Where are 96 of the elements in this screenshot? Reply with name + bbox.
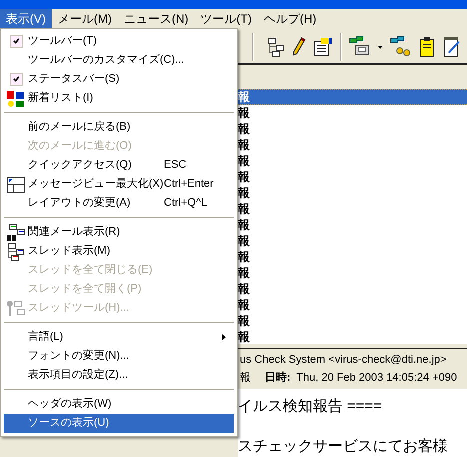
menu-item-label: ツールバーのカスタマイズ(C)... — [28, 53, 184, 68]
menu-bar-item[interactable]: ツール(T) — [194, 9, 258, 29]
wrench-printer-icon[interactable] — [349, 36, 371, 58]
menu-item-label: 前のメールに戻る(B) — [28, 120, 131, 136]
shortcut-label: Ctrl+Enter — [164, 177, 215, 192]
menu-item-label: ステータスバー(S) — [28, 72, 120, 88]
sender-text: us Check System <virus-check@dti.ne.jp> — [240, 352, 448, 368]
thread-tool-icon — [6, 300, 26, 318]
subject-cell: 報 — [238, 330, 250, 343]
menu-item-label: 関連メール表示(R) — [28, 225, 120, 240]
subject-cell: 報 — [238, 314, 250, 327]
checkmark-icon — [12, 76, 20, 83]
menu-bar-item[interactable]: ニュース(N) — [118, 9, 195, 29]
menu-item-label: 新着リスト(I) — [28, 90, 94, 106]
clipboard-icon[interactable] — [419, 36, 435, 58]
menu-item[interactable]: 前のメールに戻る(B) — [4, 118, 234, 137]
message-row[interactable]: 報 — [238, 168, 467, 185]
menu-item-label: スレッドを全て開く(P) — [28, 282, 142, 298]
menu-item[interactable]: スレッド表示(M) — [4, 242, 234, 261]
message-row[interactable]: 報 — [238, 328, 467, 344]
menu-item[interactable]: 新着リスト(I) — [4, 89, 234, 108]
menu-bar-item[interactable]: ヘルプ(H) — [258, 9, 323, 29]
menu-item-label: スレッドを全て閉じる(E) — [28, 263, 153, 278]
submenu-arrow-icon — [222, 334, 226, 341]
subject-cell: 報 — [238, 106, 250, 119]
subject-cell: 報 — [238, 90, 250, 103]
subject-cell: 報 — [238, 154, 250, 167]
menu-item[interactable]: ステータスバー(S) — [4, 70, 234, 89]
message-row[interactable]: 報 — [238, 280, 467, 297]
checkbox[interactable] — [10, 35, 22, 48]
menu-bar-item[interactable]: メール(M) — [52, 9, 118, 29]
subject-cell: 報 — [238, 138, 250, 151]
menu-item-label: 言語(L) — [28, 330, 64, 346]
document-edit-icon[interactable] — [313, 37, 333, 58]
menu-item-label: 表示項目の設定(Z)... — [28, 368, 128, 384]
menu-item-label: ソースの表示(U) — [28, 416, 110, 432]
pencil-icon[interactable] — [292, 37, 306, 58]
menu-item[interactable]: フォントの変更(N)... — [4, 347, 234, 366]
thread-tree-icon — [6, 242, 26, 260]
message-row[interactable]: 報 — [238, 152, 467, 169]
message-row[interactable]: 報 — [238, 216, 467, 233]
message-row[interactable]: 報 — [238, 248, 467, 265]
menu-item[interactable]: メッセージビュー最大化(X)Ctrl+Enter — [4, 175, 234, 194]
message-row[interactable]: 報 — [238, 264, 467, 281]
body-text: イルス検知報告 ==== — [238, 396, 384, 417]
dropdown-caret-icon[interactable] — [378, 46, 383, 49]
notepad-pen-icon[interactable] — [442, 36, 462, 58]
menu-item-label: スレッド表示(M) — [28, 244, 110, 260]
window-layout-icon — [7, 176, 25, 192]
menu-bar-item[interactable]: 表示(V) — [0, 9, 52, 29]
date-label: 日時: — [265, 370, 291, 386]
message-row[interactable]: 報 — [238, 200, 467, 217]
menu-item[interactable]: レイアウトの変更(A) Ctrl+Q^L — [4, 194, 234, 213]
menu-item[interactable]: ヘッダの表示(W) — [4, 395, 234, 414]
subject-cell: 報 — [238, 218, 250, 231]
checkbox[interactable] — [10, 73, 22, 86]
message-row[interactable]: 報 — [238, 232, 467, 249]
menu-item[interactable]: ツールバー(T) — [4, 32, 234, 51]
subject-cell: 報 — [238, 202, 250, 215]
subject-cell: 報 — [238, 170, 250, 183]
menu-item-label: レイアウトの変更(A) — [28, 196, 131, 212]
message-row[interactable]: 報 — [238, 136, 467, 153]
menu-item-label: ヘッダの表示(W) — [28, 397, 112, 412]
subject-cell: 報 — [238, 266, 250, 279]
message-row[interactable]: 報 — [238, 120, 467, 137]
date-text: Thu, 20 Feb 2003 14:05:24 +090 — [296, 370, 458, 386]
shortcut-label: ESC — [164, 158, 188, 174]
menu-item[interactable]: ツールバーのカスタマイズ(C)... — [4, 51, 234, 70]
subject-cell: 報 — [238, 122, 250, 135]
menu-item-label: フォントの変更(N)... — [28, 348, 130, 364]
message-row[interactable]: 報 — [238, 184, 467, 201]
message-row[interactable]: 報 — [238, 104, 467, 121]
subject-cell: 報 — [238, 250, 250, 263]
body-text: スチェックサービスにてお客様 — [238, 436, 449, 457]
menu-item-label: メッセージビュー最大化(X) — [28, 177, 164, 192]
menu-item-label: ツールバー(T) — [28, 34, 98, 50]
subject-cell: 報 — [238, 282, 250, 295]
menu-item[interactable]: クイックアクセス(Q) ESC — [4, 156, 234, 175]
message-row[interactable]: 報 — [238, 88, 467, 105]
message-row[interactable]: 報 — [238, 312, 467, 329]
shortcut-label: Ctrl+Q^L — [164, 196, 208, 212]
checkmark-icon — [12, 38, 20, 45]
subject-cell: 報 — [238, 186, 250, 199]
message-row[interactable]: 報 — [238, 296, 467, 313]
menu-item[interactable]: ソースの表示(U) — [4, 414, 234, 433]
menu-item[interactable]: 表示項目の設定(Z)... — [4, 366, 234, 385]
menu-item-label: 次のメールに進む(O) — [28, 139, 132, 154]
menu-item-label: クイックアクセス(Q) — [28, 158, 132, 174]
menu-item[interactable]: 言語(L) — [4, 328, 234, 347]
subject-cell: 報 — [238, 298, 250, 311]
wrench-gear-icon[interactable] — [390, 36, 412, 58]
subject-cell: 報 — [238, 234, 250, 247]
menu-item-label: スレッドツール(H)... — [28, 301, 130, 316]
menu-item[interactable]: 関連メール表示(R) — [4, 223, 234, 242]
binoculars-tree-icon — [6, 224, 26, 242]
subject-text: 報 — [240, 370, 251, 386]
